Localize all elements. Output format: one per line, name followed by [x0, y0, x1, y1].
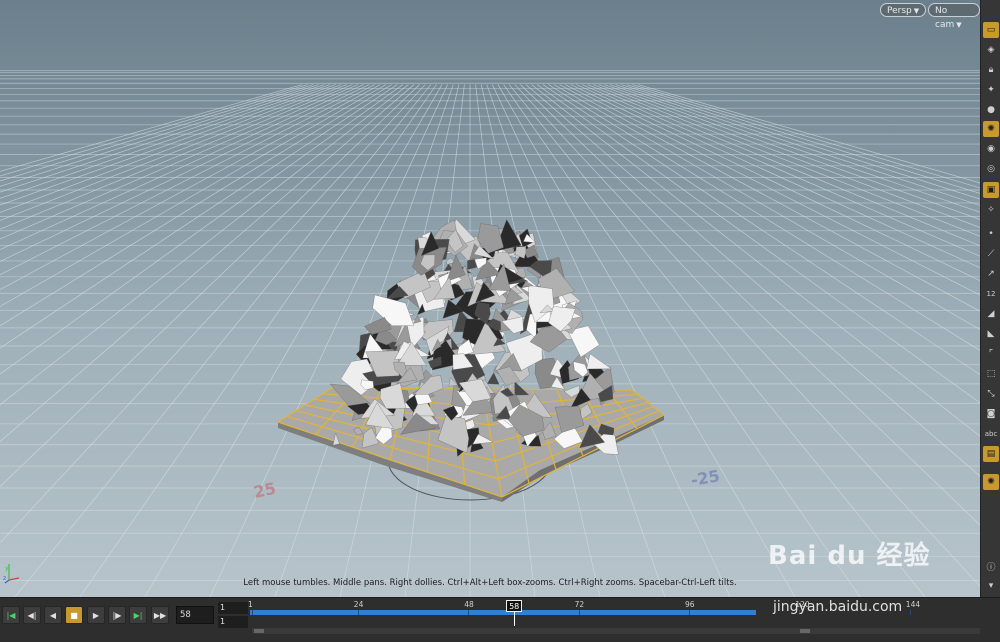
point-numbers-icon[interactable]: 12 — [983, 286, 999, 302]
timeline-tick-label: 144 — [905, 600, 921, 609]
object-visibility-icon[interactable]: ◉ — [983, 141, 999, 157]
timeline-cursor[interactable] — [514, 612, 516, 626]
viewport-hint-text: Left mouse tumbles. Middle pans. Right d… — [243, 578, 737, 588]
svg-text:25: 25 — [252, 479, 278, 502]
jump-to-end-icon[interactable]: ▶| — [129, 606, 147, 624]
scene-canvas: 25 -25 — [0, 70, 980, 597]
grid-label-neg25: -25 — [689, 466, 721, 490]
bounding-box-icon[interactable]: ⌜ — [983, 346, 999, 362]
svg-text:y: y — [5, 565, 9, 572]
camera-menu-label: Persp — [887, 6, 912, 16]
toggle-background-icon[interactable]: ▭ — [983, 22, 999, 38]
jump-to-start-icon[interactable]: |◀ — [2, 606, 20, 624]
timeline-range-bar — [250, 610, 756, 615]
light-bulb-icon[interactable]: ✺ — [983, 121, 999, 137]
view-wireframe-icon[interactable]: ◈ — [983, 42, 999, 58]
timeline-tick-label: 48 — [464, 600, 474, 609]
play-reverse-icon[interactable]: ◀ — [44, 606, 62, 624]
shading-sphere-icon[interactable]: ● — [983, 102, 999, 118]
uv-display-icon[interactable]: ◢ — [983, 306, 999, 322]
display-settings-icon[interactable]: ▤ — [983, 446, 999, 462]
range-start-field[interactable]: 1 — [218, 602, 248, 614]
chevron-down-icon[interactable]: ▾ — [983, 578, 999, 594]
watermark-brand: Bai du 经验 — [768, 541, 931, 571]
play-forward-icon[interactable]: ▶ — [87, 606, 105, 624]
range-end-field[interactable]: 1 — [218, 616, 248, 628]
frame-selection-icon[interactable]: ⬚ — [983, 366, 999, 382]
handles-icon[interactable]: ⤡ — [983, 386, 999, 402]
point-display-icon[interactable]: • — [983, 226, 999, 242]
step-forward-icon[interactable]: |▶ — [108, 606, 126, 624]
timeline-tick-label: 72 — [574, 600, 585, 609]
prim-normals-icon[interactable]: ↗ — [983, 266, 999, 282]
chevron-down-icon: ▼ — [956, 21, 962, 29]
stop-icon[interactable]: ■ — [65, 606, 83, 624]
timeline-tick-mark — [689, 610, 690, 615]
camera-menu-button[interactable]: Persp ▼ — [880, 3, 927, 17]
timeline-tick-mark — [357, 610, 359, 615]
timeline-tick-mark — [909, 610, 911, 615]
step-back-icon[interactable]: ◀| — [23, 606, 41, 624]
record-icon[interactable]: ◙ — [983, 406, 999, 422]
chevron-down-icon: ▼ — [913, 7, 920, 15]
timeline-scrollbar[interactable] — [252, 628, 980, 634]
svg-text:-25: -25 — [689, 466, 721, 490]
grid-label-25: 25 — [252, 479, 278, 502]
3d-viewport[interactable]: 25 -25 Persp ▼ No cam ▼ y z Left mouse tum… — [0, 0, 980, 597]
text-labels-icon[interactable]: abc — [983, 426, 999, 442]
timeline-tick-mark — [252, 610, 253, 615]
timeline-tick-label: 24 — [353, 600, 364, 609]
timeline-tick-label: 96 — [685, 600, 695, 609]
camera-view-icon[interactable]: ✧ — [983, 202, 999, 218]
info-icon[interactable]: ⓘ — [983, 558, 999, 574]
realtime-toggle-icon[interactable]: ▶▶ — [151, 606, 169, 624]
cam-menu-button[interactable]: No cam ▼ — [928, 3, 980, 30]
watermark-url: jingyan.baidu.com — [773, 599, 903, 615]
lock-icon[interactable]: 🔒︎ — [983, 62, 999, 78]
timeline-tick-mark — [578, 610, 580, 615]
vertex-display-icon[interactable]: ◣ — [983, 326, 999, 342]
pin-icon[interactable]: ✦ — [983, 82, 999, 98]
ghost-visibility-icon[interactable]: ◎ — [983, 161, 999, 177]
flipbook-light-icon[interactable]: ✺ — [983, 474, 999, 490]
point-normals-icon[interactable]: ⟋ — [983, 246, 999, 262]
current-frame-input[interactable]: 58 — [176, 606, 214, 624]
scroll-grip-right[interactable] — [800, 629, 810, 633]
timeline-tick-label: 1 — [248, 600, 253, 609]
display-options-toolbar: ▭ ◈ 🔒︎ ✦ ● ✺ ◉ ◎ ▣ ✧ • ⟋ ↗ 12 ◢ ◣ ⌜ ⬚ ⤡ … — [980, 0, 1000, 597]
timeline-tick-mark — [468, 610, 470, 615]
cam-menu-label: No cam — [935, 6, 955, 30]
scroll-grip-left[interactable] — [254, 629, 264, 633]
template-display-icon[interactable]: ▣ — [983, 182, 999, 198]
timeline-current-frame[interactable]: 58 — [506, 600, 523, 612]
